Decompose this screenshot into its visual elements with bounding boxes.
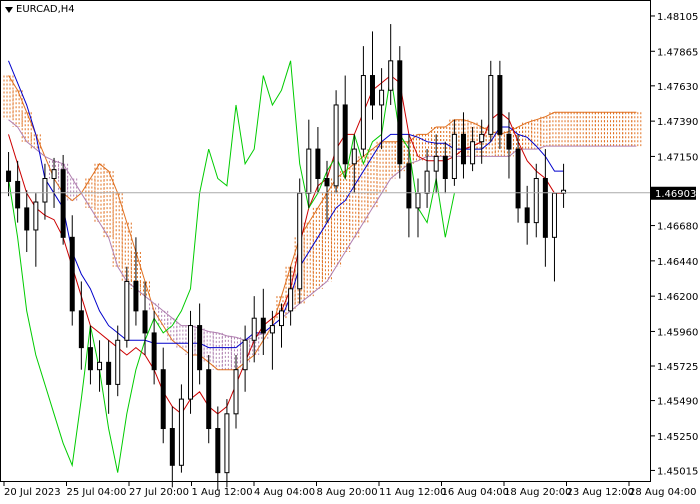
- candle-body: [124, 280, 130, 341]
- current-price-tag: 1.46903: [651, 186, 696, 200]
- candle-body: [542, 177, 548, 238]
- price-tick-label: 1.45490: [657, 397, 698, 408]
- candle-body: [306, 148, 312, 194]
- candle-body: [169, 428, 175, 466]
- plot-area-border: [0, 0, 651, 482]
- candle-body: [533, 177, 539, 224]
- candle-body: [51, 169, 57, 179]
- candle-body: [15, 180, 21, 209]
- candle-body: [379, 89, 385, 106]
- candle-body: [479, 133, 485, 143]
- current-price-label: 1.46903: [655, 189, 696, 200]
- candle-body: [115, 339, 121, 385]
- candle-body: [188, 325, 194, 400]
- candle-body: [106, 361, 112, 385]
- candle-body: [69, 236, 75, 312]
- candle-body: [333, 104, 339, 187]
- candle-body: [515, 148, 521, 209]
- candle-body: [151, 332, 157, 371]
- price-axis[interactable]: 1.48105 1.47865 1.47630 1.47390 1.47150 1.466…: [651, 12, 698, 477]
- candle-body: [442, 155, 448, 179]
- price-tick-label: 1.47865: [657, 47, 698, 58]
- price-tick-label: 1.47390: [657, 117, 698, 128]
- candle-body: [369, 75, 375, 106]
- candle-body: [406, 163, 412, 209]
- time-tick-label: 27 Jul 20:00: [129, 487, 189, 498]
- time-tick-label: 28 Aug 04:00: [629, 487, 696, 498]
- price-tick-label: 1.46440: [657, 257, 698, 268]
- candle-body: [160, 369, 166, 430]
- time-tick-label: 1 Aug 12:00: [192, 487, 253, 498]
- candle-body: [178, 398, 184, 466]
- candle-body: [415, 192, 421, 209]
- candle-body: [397, 60, 403, 165]
- candle-body: [360, 75, 366, 150]
- candle-body: [497, 75, 503, 135]
- time-tick-label: 23 Aug 12:00: [567, 487, 634, 498]
- candle-body: [424, 170, 430, 194]
- candle-body: [488, 75, 494, 135]
- candle-body: [269, 325, 275, 334]
- candle-body: [451, 133, 457, 179]
- candle-body: [97, 361, 103, 371]
- candle-body: [142, 310, 148, 334]
- candle-body: [215, 428, 221, 474]
- candle-body: [78, 310, 84, 349]
- time-tick-label: 8 Aug 20:00: [317, 487, 378, 498]
- candle-body: [87, 347, 93, 371]
- candle-body: [224, 413, 230, 474]
- price-tick-label: 1.46680: [657, 222, 698, 233]
- candle-body: [388, 60, 394, 91]
- price-tick-label: 1.45960: [657, 327, 698, 338]
- price-tick-label: 1.46200: [657, 292, 698, 303]
- price-tick-label: 1.45015: [657, 466, 698, 477]
- price-tick-label: 1.47150: [657, 152, 698, 163]
- candle-body: [460, 133, 466, 165]
- candle-body: [524, 207, 530, 224]
- chikou-span-line: [8, 60, 455, 473]
- candle-body: [470, 141, 476, 165]
- candle-body: [288, 288, 294, 312]
- candle-body: [24, 207, 30, 231]
- candle-body: [260, 317, 266, 334]
- price-tick-label: 1.48105: [657, 12, 698, 23]
- price-tick-label: 1.45250: [657, 432, 698, 443]
- candle-body: [33, 201, 39, 231]
- candle-body: [324, 177, 330, 187]
- candle-body: [133, 280, 139, 312]
- price-tick-label: 1.47630: [657, 82, 698, 93]
- ichimoku-chart[interactable]: 1.48105 1.47865 1.47630 1.47390 1.47150 1.466…: [0, 0, 700, 500]
- symbol-title[interactable]: EURCAD,H4: [5, 4, 75, 15]
- time-axis[interactable]: 20 Jul 2023 25 Jul 04:00 27 Jul 20:00 1 Aug…: [3, 482, 696, 498]
- candle-body: [315, 148, 321, 179]
- candle-body: [551, 192, 557, 238]
- candle-body: [60, 169, 66, 238]
- time-tick-label: 18 Aug 20:00: [504, 487, 571, 498]
- candle-body: [233, 369, 239, 415]
- candle-body: [242, 339, 248, 371]
- candle-body: [342, 104, 348, 165]
- candle-body: [279, 310, 285, 327]
- candlestick-series: [6, 24, 567, 491]
- candle-body: [297, 192, 303, 290]
- candle-body: [251, 317, 257, 341]
- time-tick-label: 16 Aug 04:00: [442, 487, 509, 498]
- triangle-down-icon: [5, 6, 13, 13]
- price-tick-label: 1.45725: [657, 362, 698, 373]
- candle-body: [6, 170, 12, 182]
- chart-window[interactable]: 1.48105 1.47865 1.47630 1.47390 1.47150 1.466…: [0, 0, 700, 500]
- time-tick-label: 11 Aug 12:00: [379, 487, 446, 498]
- time-tick-label: 20 Jul 2023: [4, 487, 61, 498]
- candle-body: [351, 148, 357, 165]
- symbol-title-text: EURCAD,H4: [16, 4, 75, 15]
- candle-body: [197, 325, 203, 371]
- time-tick-label: 25 Jul 04:00: [67, 487, 127, 498]
- candle-body: [42, 177, 48, 203]
- candle-body: [433, 155, 439, 172]
- candle-body: [206, 369, 212, 430]
- time-tick-label: 4 Aug 04:00: [254, 487, 315, 498]
- candle-body: [506, 133, 512, 150]
